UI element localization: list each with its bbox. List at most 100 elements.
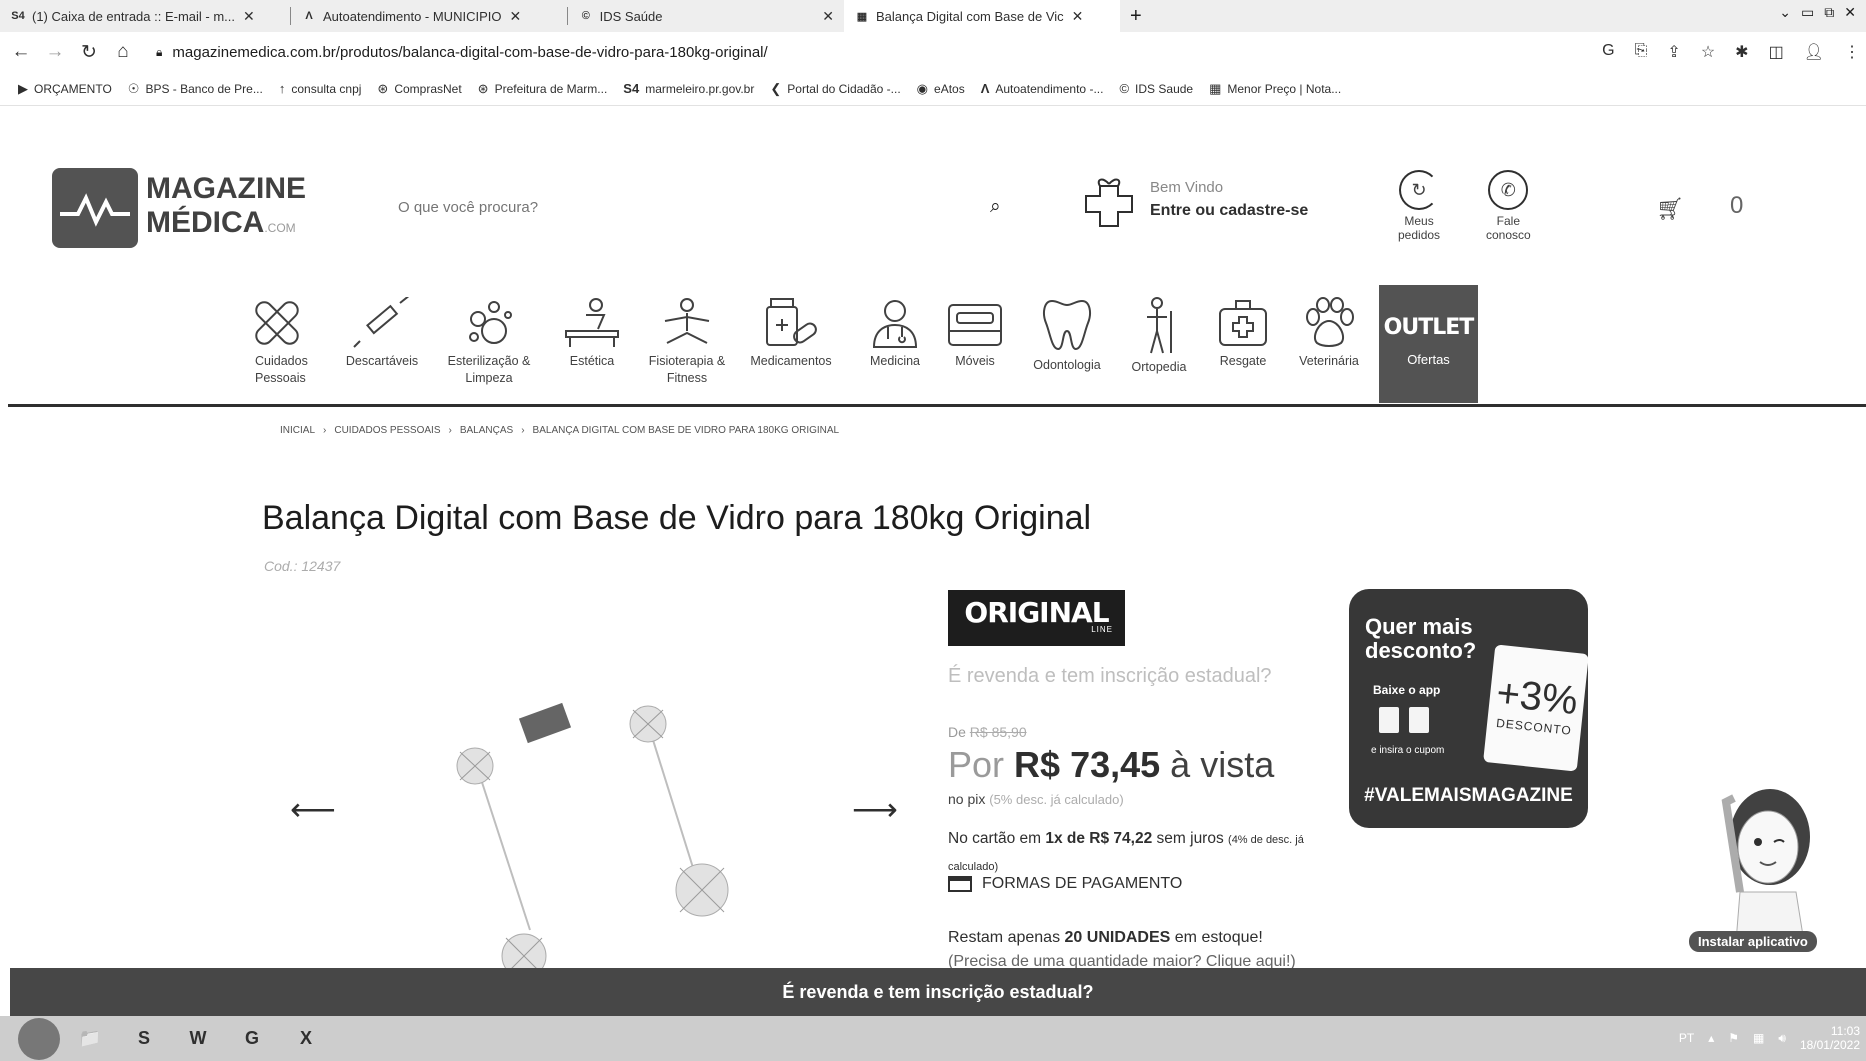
bookmark-item[interactable]: ▦ Menor Preço | Nota... <box>1209 81 1341 97</box>
start-button[interactable] <box>18 1017 60 1060</box>
contact-line2: conosco <box>1486 228 1531 242</box>
tray-arrow-icon[interactable]: ▴ <box>1708 1031 1714 1045</box>
revenda-bottom-bar[interactable]: É revenda e tem inscrição estadual? <box>10 968 1866 1016</box>
site-logo[interactable]: MAGAZINE MÉDICA.COM <box>52 168 306 248</box>
stock-units: 20 UNIDADES <box>1064 929 1171 946</box>
bookmark-item[interactable]: ⊛ ComprasNet <box>377 81 461 97</box>
tab-autoatendimento[interactable]: Λ Autoatendimento - MUNICIPIO ✕ <box>291 0 567 32</box>
search-icon[interactable]: ⌕ <box>990 196 1001 218</box>
share-icon[interactable]: ⇪ <box>1667 42 1680 62</box>
volume-icon[interactable]: 🔊︎ <box>1778 1031 1786 1046</box>
breadcrumb-item[interactable]: INICIAL <box>280 425 315 436</box>
app-promo-banner[interactable]: Quer mais desconto? Baixe o app e insira… <box>1349 589 1588 828</box>
forward-icon[interactable]: → <box>42 41 68 63</box>
minimize-icon[interactable]: ▭ <box>1801 4 1814 21</box>
phone-icon <box>1379 707 1429 733</box>
category-estetica[interactable]: Estética <box>559 285 625 403</box>
category-veterinaria[interactable]: Veterinária <box>1291 285 1367 403</box>
taskbar-chrome[interactable]: G <box>228 1019 276 1059</box>
payment-methods-link[interactable]: FORMAS DE PAGAMENTO <box>948 875 1182 893</box>
category-fisioterapia[interactable]: Fisioterapia & Fitness <box>641 285 733 403</box>
breadcrumb-item: BALANÇA DIGITAL COM BASE DE VIDRO PARA 1… <box>532 425 840 436</box>
new-tab-button[interactable]: + <box>1120 5 1152 28</box>
close-icon[interactable]: ✕ <box>1072 8 1084 25</box>
tab-balanca[interactable]: ▦ Balança Digital com Base de Vic ✕ <box>844 0 1120 32</box>
price-suffix: à vista <box>1170 744 1275 785</box>
category-cuidados-pessoais[interactable]: Cuidados Pessoais <box>255 285 308 403</box>
close-icon[interactable]: ✕ <box>509 8 521 25</box>
menu-icon[interactable]: ⋮ <box>1844 42 1860 62</box>
category-medicina[interactable]: Medicina <box>867 285 923 403</box>
taskbar-explorer[interactable]: 📁 <box>66 1019 114 1059</box>
account-link[interactable]: Bem Vindo Entre ou cadastre-se <box>1082 168 1308 230</box>
star-icon[interactable]: ☆ <box>1701 42 1715 62</box>
close-icon[interactable]: ✕ <box>822 8 834 25</box>
taskbar-word[interactable]: W <box>174 1019 222 1059</box>
bookmark-item[interactable]: ↑ consulta cnpj <box>279 81 362 96</box>
category-descartaveis[interactable]: Descartáveis <box>339 285 425 403</box>
profile-icon[interactable]: 👤︎ <box>1804 42 1824 62</box>
url-field[interactable]: 🔒︎ magazinemedica.com.br/produtos/balanc… <box>156 44 768 61</box>
sidepanel-icon[interactable]: ◫ <box>1769 42 1784 62</box>
google-icon[interactable]: G <box>1602 42 1614 62</box>
bookmark-item[interactable]: ▶ ORÇAMENTO <box>18 81 112 97</box>
flag-icon[interactable]: ⚑ <box>1728 1031 1739 1045</box>
gallery-prev-arrow[interactable]: ⟵ <box>290 790 336 828</box>
home-icon[interactable]: ⌂ <box>110 41 136 63</box>
bookmark-item[interactable]: ❮ Portal do Cidadão -... <box>770 81 900 97</box>
tab-ids-saude[interactable]: © IDS Saúde ✕ <box>568 0 844 32</box>
chevron-down-icon[interactable]: ⌄ <box>1779 4 1791 21</box>
product-code: Cod.: 12437 <box>264 558 341 574</box>
taskbar-skype[interactable]: S <box>120 1019 168 1059</box>
language-indicator[interactable]: PT <box>1679 1031 1694 1045</box>
clock[interactable]: 11:03 18/01/2022 <box>1800 1024 1860 1052</box>
bookmark-label: eAtos <box>934 81 965 96</box>
extensions-icon[interactable]: ✱ <box>1735 42 1748 62</box>
contact-link[interactable]: ✆ Fale conosco <box>1486 170 1531 242</box>
breadcrumb-separator: › <box>448 425 452 436</box>
old-price-value: R$ 85,90 <box>969 724 1027 740</box>
breadcrumb-item[interactable]: BALANÇAS <box>460 425 513 436</box>
bookmark-item[interactable]: ◉ eAtos <box>917 81 965 97</box>
bookmark-item[interactable]: ☉ BPS - Banco de Pre... <box>128 81 263 97</box>
category-label: Medicina <box>869 354 921 368</box>
taskbar-excel[interactable]: X <box>282 1019 330 1059</box>
lock-icon: 🔒︎ <box>156 44 163 59</box>
category-ortopedia[interactable]: Ortopedia <box>1127 285 1191 403</box>
cart-icon[interactable]: 🛒︎ <box>1656 196 1684 222</box>
tab-email[interactable]: S4 (1) Caixa de entrada :: E-mail - m...… <box>0 0 290 32</box>
card-installments: 1x de R$ 74,22 <box>1045 830 1153 847</box>
category-resgate[interactable]: Resgate <box>1213 285 1273 403</box>
promo-app: Baixe o app <box>1373 683 1441 697</box>
category-label: Cuidados <box>255 354 308 368</box>
bookmark-item[interactable]: Λ Autoatendimento -... <box>981 81 1104 96</box>
breadcrumb-item[interactable]: CUIDADOS PESSOAIS <box>334 425 440 436</box>
category-esterilizacao[interactable]: Esterilização & Limpeza <box>439 285 539 403</box>
category-odontologia[interactable]: Odontologia <box>1027 285 1107 403</box>
install-icon[interactable]: ⎘ <box>1635 42 1648 62</box>
bookmark-item[interactable]: S4 marmeleiro.pr.gov.br <box>623 81 754 96</box>
restore-icon[interactable]: ⧉ <box>1824 4 1834 21</box>
category-moveis[interactable]: Móveis <box>941 285 1009 403</box>
price: Por R$ 73,45 à vista <box>948 744 1274 786</box>
install-app-button[interactable]: Instalar aplicativo <box>1689 931 1817 952</box>
close-window-icon[interactable]: ✕ <box>1844 4 1856 21</box>
stock-text: Restam apenas <box>948 929 1061 946</box>
close-icon[interactable]: ✕ <box>243 8 255 25</box>
network-icon[interactable]: ▦ <box>1753 1031 1764 1045</box>
assistant-avatar[interactable] <box>1700 742 1830 942</box>
revenda-link[interactable]: É revenda e tem inscrição estadual? <box>948 666 1278 686</box>
bookmark-item[interactable]: ⊛ Prefeitura de Marm... <box>478 81 608 97</box>
bookmark-label: Portal do Cidadão -... <box>787 81 901 96</box>
crutch-icon <box>1147 297 1172 354</box>
credit-card-icon <box>948 876 972 892</box>
login-link[interactable]: Entre ou cadastre-se <box>1150 202 1308 220</box>
back-icon[interactable]: ← <box>8 41 34 63</box>
gallery-next-arrow[interactable]: ⟶ <box>852 790 898 828</box>
reload-icon[interactable]: ↻ <box>76 41 102 64</box>
search-input[interactable] <box>390 198 950 216</box>
category-outlet[interactable]: OUTLET Ofertas <box>1379 285 1478 403</box>
my-orders-link[interactable]: ↻ Meus pedidos <box>1398 170 1440 242</box>
category-medicamentos[interactable]: Medicamentos <box>745 285 837 403</box>
bookmark-item[interactable]: © IDS Saude <box>1119 81 1193 96</box>
